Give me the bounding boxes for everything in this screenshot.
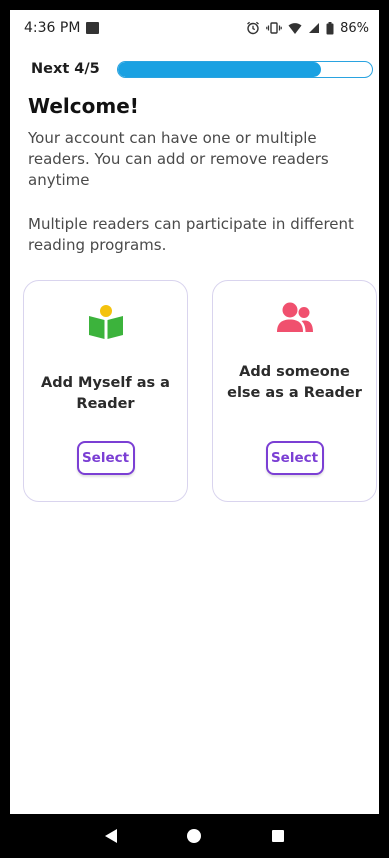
progress-fill bbox=[118, 61, 322, 77]
home-icon[interactable] bbox=[186, 828, 202, 844]
app-screen: 4:36 PM 86% Next 4/5 Welcome! Your accou… bbox=[10, 10, 379, 814]
back-icon[interactable] bbox=[104, 828, 118, 844]
vibrate-icon bbox=[266, 22, 282, 34]
intro-paragraph: Your account can have one or multiple re… bbox=[28, 129, 329, 189]
battery-icon bbox=[326, 21, 334, 34]
add-someone-card[interactable]: Add someone else as a Reader Select bbox=[212, 280, 377, 502]
status-bar: 4:36 PM 86% bbox=[10, 10, 379, 46]
page-title: Welcome! bbox=[28, 94, 139, 118]
reader-book-icon bbox=[88, 305, 123, 339]
progress-row: Next 4/5 bbox=[31, 56, 376, 82]
status-time: 4:36 PM bbox=[24, 20, 81, 36]
signal-icon bbox=[309, 23, 320, 33]
status-right: 86% bbox=[246, 21, 369, 36]
progress-label: Next 4/5 bbox=[31, 61, 100, 77]
add-someone-text: Add someone else as a Reader bbox=[227, 364, 362, 401]
users-icon bbox=[276, 302, 313, 332]
status-left: 4:36 PM bbox=[24, 20, 100, 36]
battery-percent: 86% bbox=[340, 20, 369, 36]
image-icon bbox=[86, 22, 100, 34]
select-someone-button[interactable]: Select bbox=[265, 441, 324, 475]
wifi-icon bbox=[288, 22, 302, 34]
programs-paragraph: Multiple readers can participate in diff… bbox=[28, 215, 354, 254]
add-myself-text: Add Myself as a Reader bbox=[41, 375, 170, 412]
progress-bar bbox=[117, 60, 373, 78]
select-myself-button[interactable]: Select bbox=[76, 441, 135, 475]
reader-options: Add Myself as a Reader Select Add someon… bbox=[23, 280, 377, 506]
recents-icon[interactable] bbox=[271, 829, 285, 843]
add-myself-card[interactable]: Add Myself as a Reader Select bbox=[23, 280, 188, 502]
navigation-bar bbox=[0, 814, 389, 858]
alarm-icon bbox=[247, 21, 260, 35]
